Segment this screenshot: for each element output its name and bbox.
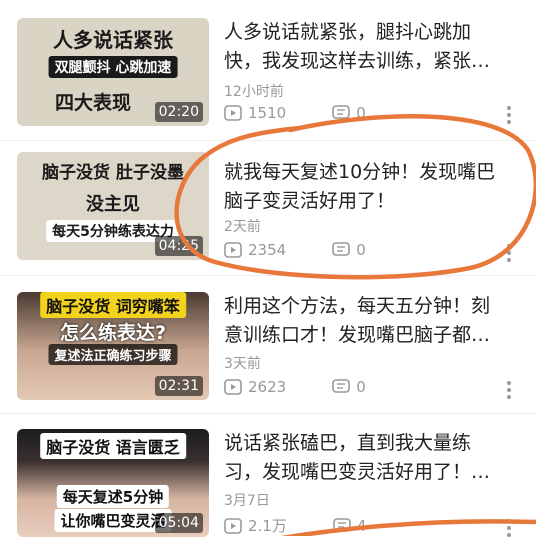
play-count-value: 2623 xyxy=(248,378,287,396)
video-title[interactable]: 就我每天复述10分钟！发现嘴巴 脑子变灵活好用了！ xyxy=(224,158,520,216)
video-item[interactable]: 人多说话紧张 双腿颤抖 心跳加速 四大表现 02:20 人多说话就紧张，腿抖心跳… xyxy=(0,0,536,135)
thumbnail-caption: 脑子没货 语言匮乏 xyxy=(40,433,186,459)
play-icon xyxy=(224,379,242,395)
video-stats: 2354 0 xyxy=(224,241,412,259)
video-thumbnail[interactable]: 脑子没货 肚子没墨 没主见 每天5分钟练表达力 04:25 xyxy=(17,152,209,260)
thumbnail-caption: 没主见 xyxy=(86,194,140,215)
more-options-icon[interactable] xyxy=(504,379,514,399)
video-item[interactable]: 脑子没货 词穷嘴笨 怎么练表达? 复述法正确练习步骤 02:31 利用这个方法，… xyxy=(0,275,536,410)
thumbnail-caption: 复述法正确练习步骤 xyxy=(48,344,178,365)
video-item[interactable]: 脑子没货 肚子没墨 没主见 每天5分钟练表达力 04:25 就我每天复述10分钟… xyxy=(0,140,536,275)
more-options-icon[interactable] xyxy=(504,242,514,262)
play-icon xyxy=(224,105,242,121)
more-options-icon[interactable] xyxy=(504,517,514,537)
play-count-value: 2.1万 xyxy=(248,517,287,535)
video-title[interactable]: 人多说话就紧张，腿抖心跳加 快，我发现这样去训练，紧张… xyxy=(224,18,520,76)
comment-count-value: 0 xyxy=(356,104,366,122)
publish-time: 3月7日 xyxy=(224,493,270,509)
comment-icon xyxy=(332,105,350,119)
comment-icon xyxy=(332,379,350,393)
thumbnail-caption: 让你嘴巴变灵活 xyxy=(54,509,172,532)
video-duration: 02:20 xyxy=(154,102,203,122)
video-feed: 人多说话紧张 双腿颤抖 心跳加速 四大表现 02:20 人多说话就紧张，腿抖心跳… xyxy=(0,0,536,537)
video-thumbnail[interactable]: 人多说话紧张 双腿颤抖 心跳加速 四大表现 02:20 xyxy=(17,18,209,126)
comment-count: 0 xyxy=(332,378,366,396)
thumbnail-caption: 怎么练表达? xyxy=(59,322,167,344)
video-thumbnail[interactable]: 脑子没货 词穷嘴笨 怎么练表达? 复述法正确练习步骤 02:31 xyxy=(17,292,209,400)
comment-count-value: 0 xyxy=(356,241,366,259)
publish-time: 12小时前 xyxy=(224,84,284,100)
comment-count: 0 xyxy=(332,241,366,259)
thumbnail-caption: 双腿颤抖 心跳加速 xyxy=(48,56,178,78)
thumbnail-caption: 脑子没货 肚子没墨 xyxy=(42,163,184,183)
video-duration: 02:31 xyxy=(154,376,203,396)
play-icon xyxy=(224,517,242,534)
play-count: 2623 xyxy=(224,378,286,396)
publish-time: 3天前 xyxy=(224,356,261,372)
video-duration: 04:25 xyxy=(154,236,203,256)
more-options-icon[interactable] xyxy=(504,104,514,124)
publish-time: 2天前 xyxy=(224,219,261,235)
comment-count: 0 xyxy=(332,104,366,122)
play-count: 1510 xyxy=(224,104,286,122)
thumbnail-caption: 每天复述5分钟 xyxy=(56,485,170,508)
video-duration: 05:04 xyxy=(154,513,203,533)
comment-icon xyxy=(332,242,350,256)
video-item[interactable]: 脑子没货 语言匮乏 每天复述5分钟 让你嘴巴变灵活 05:04 说话紧张磕巴，直… xyxy=(0,413,536,548)
video-thumbnail[interactable]: 脑子没货 语言匮乏 每天复述5分钟 让你嘴巴变灵活 05:04 xyxy=(17,429,209,537)
play-count-value: 2354 xyxy=(248,241,287,259)
comment-count-value: 0 xyxy=(356,378,366,396)
thumbnail-caption: 人多说话紧张 xyxy=(53,28,173,52)
video-title[interactable]: 利用这个方法，每天五分钟！刻 意训练口才！发现嘴巴脑子都… xyxy=(224,292,520,350)
video-stats: 1510 0 xyxy=(224,104,412,122)
comment-count-value: 4 xyxy=(356,516,367,535)
play-count: 2.1万 xyxy=(224,515,287,536)
comment-icon xyxy=(333,517,351,532)
comment-count: 4 xyxy=(333,516,367,535)
play-icon xyxy=(224,242,242,258)
thumbnail-caption: 脑子没货 词穷嘴笨 xyxy=(40,292,186,318)
play-count: 2354 xyxy=(224,241,286,259)
video-title[interactable]: 说话紧张磕巴，直到我大量练 习，发现嘴巴变灵活好用了！… xyxy=(224,429,520,487)
video-stats: 2623 0 xyxy=(224,378,412,396)
video-stats: 2.1万 4 xyxy=(224,515,412,536)
play-count-value: 1510 xyxy=(248,104,287,122)
